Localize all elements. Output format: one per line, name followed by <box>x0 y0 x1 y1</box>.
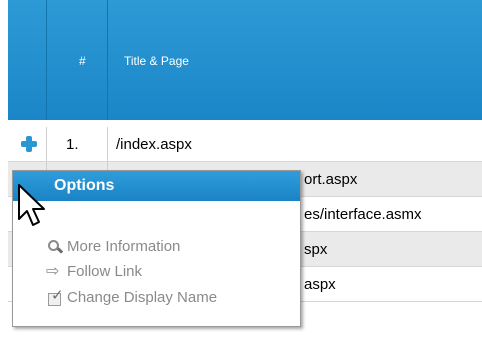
row-number: 1. <box>66 136 79 153</box>
row-page[interactable]: aspx <box>304 276 336 293</box>
row-number-cell: 1. <box>47 127 108 161</box>
header-number-column <box>47 0 108 120</box>
options-title: Options <box>54 177 115 194</box>
row-page[interactable]: es/interface.asmx <box>304 206 422 223</box>
page: # Title & Page 1. /index.aspx ort.aspx e… <box>0 0 482 339</box>
row-page[interactable]: ort.aspx <box>304 171 357 188</box>
expand-plus-icon[interactable] <box>21 136 37 152</box>
expand-cell[interactable] <box>8 127 47 161</box>
header-number-label: # <box>79 54 86 68</box>
table-row[interactable]: 1. /index.aspx <box>8 127 482 162</box>
edit-checkbox-icon <box>48 286 64 306</box>
table-header: # Title & Page <box>8 0 482 120</box>
row-page[interactable]: spx <box>304 241 327 258</box>
more-information-menu-item[interactable]: More Information <box>48 238 181 255</box>
change-display-name-menu-item[interactable]: Change Display Name <box>48 286 218 306</box>
header-title-label: Title & Page <box>124 54 189 68</box>
options-popup: Options More Information Follow Link Cha… <box>12 170 301 327</box>
menu-item-label: Follow Link <box>67 263 143 280</box>
magnifier-icon <box>48 240 62 254</box>
header-expand-column <box>8 0 47 120</box>
menu-item-label: More Information <box>67 238 181 255</box>
options-popup-header: Options <box>13 171 300 201</box>
menu-item-label: Change Display Name <box>67 289 218 306</box>
mouse-cursor-icon <box>18 184 45 226</box>
arrow-right-icon <box>46 261 62 280</box>
row-page[interactable]: /index.aspx <box>116 136 192 153</box>
follow-link-menu-item[interactable]: Follow Link <box>46 261 143 280</box>
